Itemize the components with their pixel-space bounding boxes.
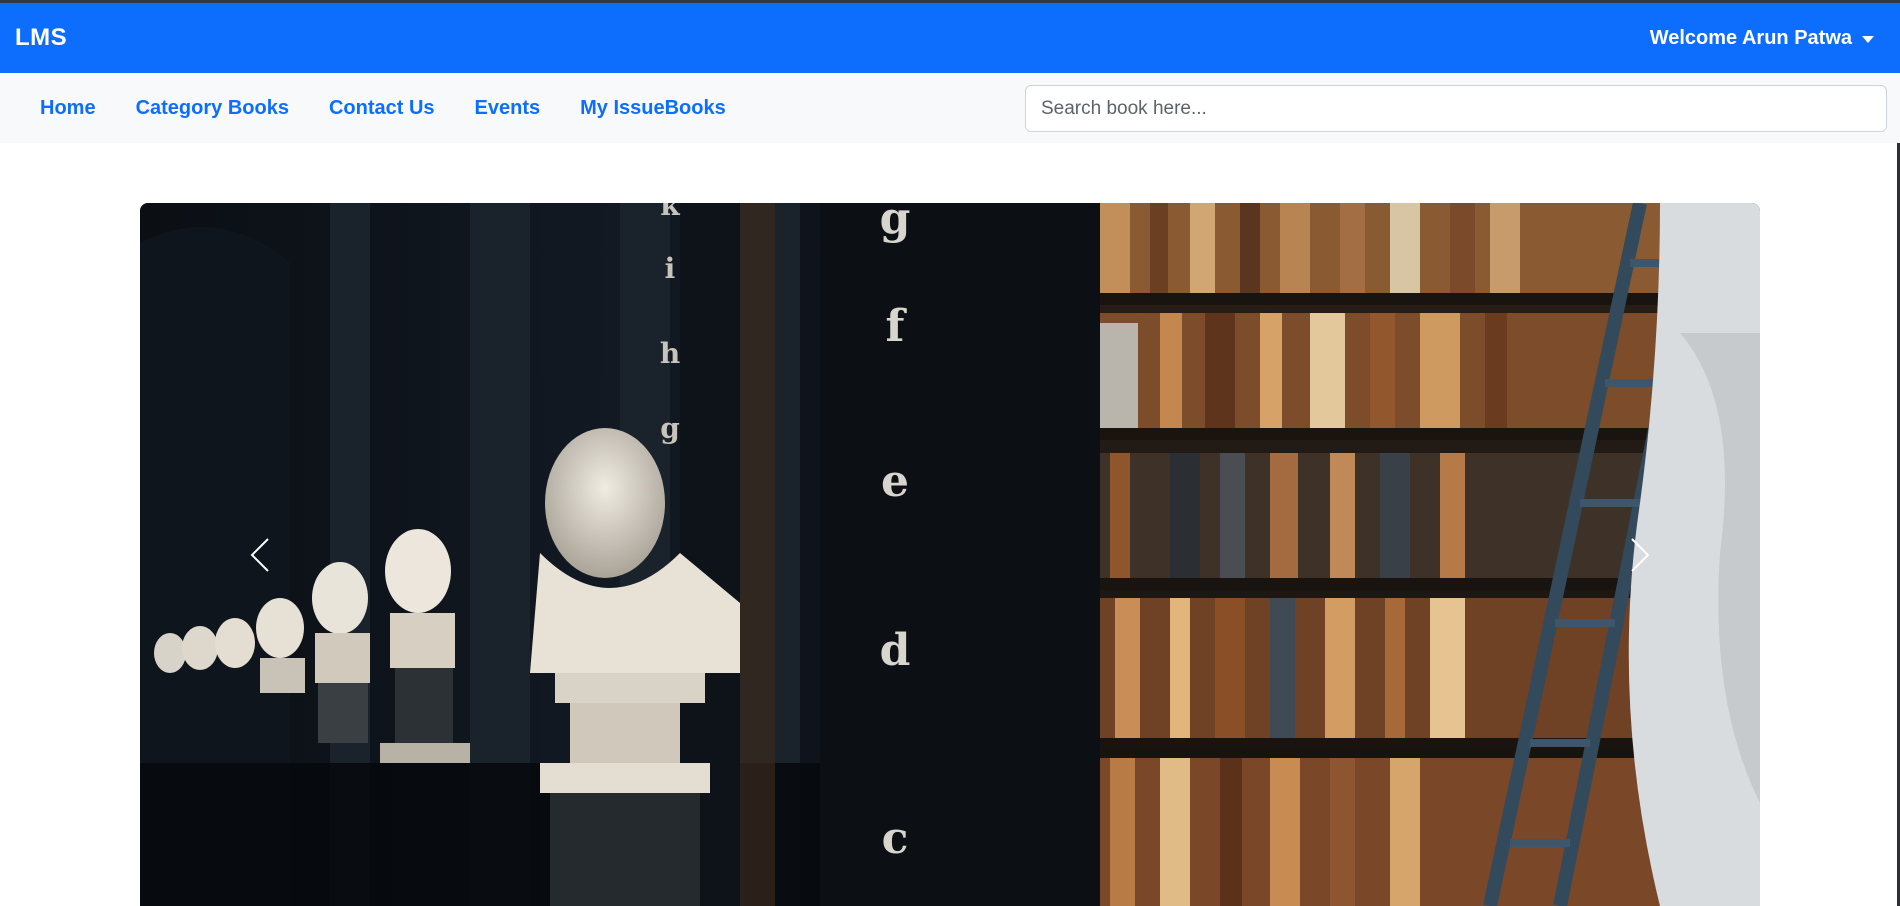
nav-link-events[interactable]: Events: [475, 97, 541, 120]
svg-text:g: g: [660, 412, 680, 445]
nav-link-category-books[interactable]: Category Books: [136, 97, 289, 120]
svg-text:k: k: [660, 203, 680, 222]
caret-down-icon: [1862, 35, 1874, 43]
brand-logo[interactable]: LMS: [15, 24, 67, 52]
carousel-prev-button[interactable]: [160, 203, 360, 906]
carousel-next-button[interactable]: [1540, 203, 1740, 906]
nav-links: Home Category Books Contact Us Events My…: [0, 97, 726, 120]
nav-link-contact-us[interactable]: Contact Us: [329, 97, 435, 120]
svg-text:c: c: [882, 813, 909, 864]
svg-text:i: i: [665, 252, 676, 285]
main-navbar: Home Category Books Contact Us Events My…: [0, 73, 1900, 143]
svg-text:d: d: [880, 625, 911, 676]
search-input[interactable]: [1025, 85, 1887, 132]
top-header: LMS Welcome Arun Patwa: [0, 0, 1900, 73]
svg-text:g: g: [880, 203, 911, 244]
library-hero-image: g f e d c k i h g: [140, 203, 1760, 906]
welcome-text: Welcome Arun Patwa: [1649, 26, 1852, 49]
chevron-left-icon: [250, 537, 269, 572]
nav-link-my-issuebooks[interactable]: My IssueBooks: [580, 97, 726, 120]
hero-carousel: g f e d c k i h g: [140, 203, 1760, 906]
chevron-right-icon: [1631, 537, 1650, 572]
svg-text:f: f: [886, 301, 908, 352]
nav-link-home[interactable]: Home: [40, 97, 96, 120]
svg-text:e: e: [881, 456, 909, 507]
user-dropdown-toggle[interactable]: Welcome Arun Patwa: [1650, 27, 1874, 50]
svg-text:h: h: [660, 337, 680, 370]
